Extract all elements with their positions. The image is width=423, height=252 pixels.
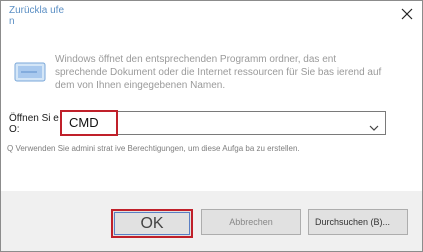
close-icon bbox=[401, 8, 413, 20]
admin-hint-text: Q Verwenden Sie admini strat ive Berecht… bbox=[7, 144, 300, 153]
button-footer: OK Abbrechen Durchsuchen (B)... bbox=[1, 191, 422, 251]
description-text: Windows öffnet den entsprechenden Progra… bbox=[55, 54, 382, 91]
run-dialog: Zurückla ufen Windows öffnet den entspre… bbox=[0, 0, 423, 252]
browse-button[interactable]: Durchsuchen (B)... bbox=[308, 209, 408, 235]
run-icon bbox=[13, 59, 47, 85]
open-label: Öffnen Si e O: bbox=[9, 113, 59, 135]
open-input-value[interactable]: CMD bbox=[69, 116, 99, 130]
title-bar: Zurückla ufen bbox=[1, 1, 422, 33]
cancel-button[interactable]: Abbrechen bbox=[201, 209, 301, 235]
open-input[interactable]: CMD bbox=[61, 111, 386, 135]
ok-button[interactable]: OK bbox=[111, 209, 193, 238]
window-title: Zurückla ufen bbox=[9, 5, 65, 27]
chevron-down-icon[interactable] bbox=[369, 119, 379, 131]
close-button[interactable] bbox=[400, 7, 414, 21]
